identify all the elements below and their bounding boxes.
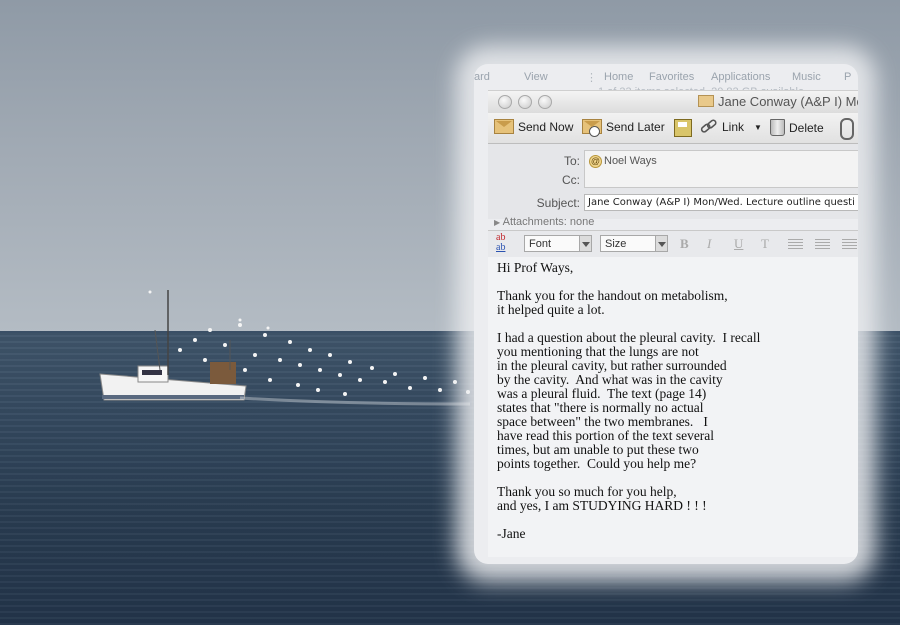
align-right-icon[interactable] [842,239,857,249]
finder-item-music[interactable]: Music [792,71,821,83]
align-center-icon[interactable] [815,239,830,249]
message-line: points together. Could you help me? [497,456,697,471]
mail-compose-window: ard View ⋮ Home Favorites Applications M… [474,64,858,564]
delete-label: Delete [789,120,824,135]
finder-item-home[interactable]: Home [604,71,633,83]
attachments-label: Attachments: [502,216,567,228]
clock-icon [589,126,600,137]
subject-label: Subject: [536,196,580,210]
strikethrough-button[interactable]: T [761,236,769,252]
message-line: Thank you so much for you help, [497,484,677,499]
close-window-button[interactable] [498,95,512,109]
finder-item-view[interactable]: View [524,71,548,83]
chevron-down-icon [579,236,591,251]
finder-item-applications[interactable]: Applications [711,71,770,83]
minimize-window-button[interactable] [518,95,532,109]
send-envelope-icon [494,119,514,134]
chain-link-icon [700,119,717,133]
subject-input[interactable]: Jane Conway (A&P I) Mon/Wed. Lecture out… [584,194,858,211]
chevron-down-icon [655,236,667,251]
send-later-button[interactable]: Send Later [582,119,665,137]
link-label: Link [722,120,745,134]
message-line: states that "there is normally no actual [497,400,704,415]
link-button[interactable]: Link ▼ [700,119,762,135]
bold-button[interactable]: B [680,236,689,252]
window-title: Jane Conway (A&P I) Mo [698,94,858,109]
message-line: Hi Prof Ways, [497,260,574,275]
message-headers: To: Cc: @ Noel Ways Subject: Jane Conway … [488,144,858,219]
address-at-icon: @ [589,155,602,168]
envelope-icon [698,95,714,107]
message-line: Thank you for the handout on metabolism, [497,288,728,303]
finder-separator: ⋮ [586,72,597,84]
send-later-envelope-icon [582,119,602,137]
message-line: you mentioning that the lungs are not [497,344,699,359]
message-line: -Jane [497,526,526,541]
message-line: and yes, I am STUDYING HARD ! ! ! [497,498,707,513]
finder-item-favorites[interactable]: Favorites [649,71,694,83]
to-label: To: [563,154,580,168]
send-now-label: Send Now [518,119,574,134]
to-recipient[interactable]: Noel Ways [604,155,657,167]
message-line: I had a question about the pleural cavit… [497,330,761,345]
message-line [497,513,852,527]
message-line: in the pleural cavity, but rather surrou… [497,358,727,373]
zoom-window-button[interactable] [538,95,552,109]
font-select-value: Font [529,238,552,250]
message-line: space between" the two membranes. I [497,414,708,429]
fishing-boat-with-gulls [99,290,471,406]
finder-item-ard[interactable]: ard [474,71,490,83]
message-line [497,471,852,485]
message-body-editor[interactable]: Hi Prof Ways, Thank you for the handout o… [488,257,858,557]
italic-button[interactable]: I [707,236,711,252]
save-draft-button[interactable] [674,119,692,137]
save-icon [674,119,692,137]
compose-toolbar: Send Now Send Later Link ▼ Delete [488,113,858,144]
size-select-value: Size [605,238,627,250]
attach-button[interactable] [840,118,854,140]
link-dropdown-arrow-icon[interactable]: ▼ [754,123,762,132]
message-line [497,317,852,331]
delete-button[interactable]: Delete [770,119,824,136]
attachments-row[interactable]: ▶ Attachments: none [494,216,594,228]
cc-label: Cc: [562,173,580,187]
recipients-field[interactable]: @ Noel Ways [584,150,858,188]
window-titlebar: Jane Conway (A&P I) Mo [488,90,858,113]
message-body-text[interactable]: Hi Prof Ways, Thank you for the handout o… [497,261,852,541]
finder-item-p[interactable]: P [844,71,851,83]
message-line: it helped quite a lot. [497,302,605,317]
trash-icon [770,119,785,136]
send-later-label: Send Later [606,119,665,134]
seagull-flock [148,290,470,396]
message-line: was a pleural fluid. The text (page 14) [497,386,707,401]
paperclip-icon [840,118,854,140]
attachments-value: none [569,216,595,228]
send-now-button[interactable]: Send Now [494,119,573,134]
size-select[interactable]: Size [600,235,668,252]
window-title-text: Jane Conway (A&P I) Mo [718,94,858,109]
boat-wake [239,396,471,406]
message-line [497,275,852,289]
underline-button[interactable]: U [734,236,743,252]
format-toolbar: ab ab Font Size B I U T [488,230,858,258]
message-line: times, but am unable to put these two [497,442,699,457]
align-left-icon[interactable] [788,239,803,249]
font-select[interactable]: Font [524,235,592,252]
message-line: by the cavity. And what was in the cavit… [497,372,723,387]
message-line: have read this portion of the text sever… [497,428,715,443]
finder-toolbar: ard View ⋮ Home Favorites Applications M… [474,68,858,88]
disclosure-triangle-icon[interactable]: ▶ [494,218,500,227]
spell-check-icon[interactable]: ab ab [496,233,505,253]
